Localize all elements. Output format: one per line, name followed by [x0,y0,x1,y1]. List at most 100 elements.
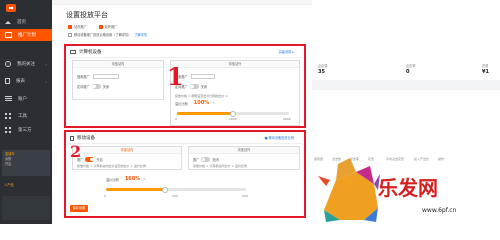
sidebar-link[interactable]: 人产品 [4,182,14,187]
mobile-outside-toggle[interactable] [201,157,211,162]
field-label: 推广 [193,158,200,162]
percent-row: 溢价比例 100 % ✎ [175,100,215,106]
field-label: 搜索推广 [77,75,90,79]
divider [68,57,302,58]
panel-title: 淘宝站内 [73,61,163,68]
checkbox[interactable] [68,24,72,29]
targeting-toggle[interactable] [189,84,199,89]
targeting-promo-row: 定向推广 关闭 [77,84,109,89]
field-label: 定向推广 [77,85,90,89]
taobao-inside-panel: 淘宝站内 搜索推广 定向推广 关闭 [72,60,164,100]
slider-handle[interactable] [161,186,168,193]
percent-label: 溢价比例 [106,177,119,182]
platform-checks: 站内推广 站外推广 [68,24,118,29]
percent-label: 溢价比例 [175,101,188,106]
percent-value[interactable]: 168 [125,176,135,182]
edit-icon[interactable]: ✎ [143,177,146,181]
sidebar-item-home[interactable]: 首页 [0,16,52,28]
percent-unit: % [204,100,210,106]
save-button[interactable]: 保存设置 [70,205,88,212]
computer-device-card: 计算机设备 高级设置 ▸ 淘宝站内 搜索推广 定向推广 关闭 淘宝站外 搜索推广… [64,44,306,128]
sidebar-item-campaigns[interactable]: 推广计划 [0,29,52,41]
toggle-label: 关闭 [102,85,110,89]
slider-tick: 0 [104,194,106,198]
targeting-toggle[interactable] [91,84,101,89]
slider-handle[interactable] [230,110,236,117]
sidebar-item-third-party[interactable]: 第三方 [0,124,52,136]
mobile-premium-slider[interactable] [106,186,246,193]
mobile-inside-panel: 淘宝站内 推广 开启 投放价格 = 计算机站内出价设定的出价 × 溢价比例 [72,146,182,170]
check-label: 站外推广 [104,25,118,29]
sidebar-item-account[interactable]: 账户 [0,93,52,105]
box-icon [5,32,12,38]
stat-value: ¥1 [482,69,489,75]
note-row: 移动设备推广投放价格设置（了解详情） 了解详情 [68,32,147,37]
account-summary: 直通车 余额 开启 [2,150,50,176]
edit-icon[interactable]: ✎ [212,101,215,105]
details-link[interactable]: 了解详情 [134,32,147,37]
panel-title: 淘宝站外 [171,61,299,68]
annotation-marker-2: 2 [70,142,82,161]
card-title: 计算机设备 [79,50,102,55]
stat-label: 花费 [482,64,489,68]
slider-tick: 1000 [229,117,237,121]
sidebar: 首页 推广计划 我的关注 › 报表 › 账户 工具 第三方 直通车 余额 开启 … [0,0,52,224]
mobile-inside-toggle[interactable] [85,157,95,162]
slider-fill [106,188,165,191]
bars-icon [5,96,12,102]
toggle-label: 关闭 [212,158,219,162]
slider-tick: 0 [175,117,177,121]
slider-tick: 2000 [283,117,291,121]
card-header: 移动设备 [70,135,95,141]
stat-label: 点击率 [406,64,416,68]
phone-icon [70,135,74,141]
stat-value: 0 [406,69,410,75]
percent-value[interactable]: 100 [194,100,204,106]
sidebar-item-tools[interactable]: 工具 [0,110,52,122]
search-promo-row: 搜索推广 [77,74,119,79]
panel-title: 淘宝站外 [189,147,299,154]
checkbox[interactable] [68,32,72,37]
summary-line: 开启 [5,162,12,166]
taobao-outside-panel: 淘宝站外 搜索推广 定向推广 关闭 投放价格 = 按照设定出价比例的出价 × 溢… [170,60,300,126]
percent-row: 溢价比例 168 % ✎ [106,176,146,182]
sidebar-item-follow[interactable]: 我的关注 › [0,58,52,70]
grid-icon [5,127,12,133]
search-promo-select[interactable] [190,74,215,79]
premium-slider[interactable] [177,110,289,117]
mobile-ratio-link[interactable]: ■ 移动设备投放比例 [264,135,294,140]
slider-fill [177,112,233,115]
sidebar-item-label: 报表 [16,79,25,84]
monitor-icon [70,50,76,54]
circle-icon [5,61,11,67]
toggle-label: 关闭 [200,85,208,89]
stat-label: 点击量 [318,64,328,68]
sidebar-item-label: 首页 [17,20,26,25]
mobile-outside-panel: 淘宝站外 推广 关闭 投放价格 = 计算机站外出价 × 溢价比例 [188,146,300,170]
annotation-marker-1: 1 [167,62,184,91]
video-icon: ■ [264,136,268,140]
slider-tick: 400 [242,194,248,198]
divider [68,143,302,144]
toggle-label: 开启 [96,158,103,162]
sidebar-item-reports[interactable]: 报表 › [0,75,52,87]
sidebar-item-label: 工具 [18,114,27,119]
slider-tick: 200 [172,194,178,198]
link-text: 移动设备投放比例 [268,136,295,140]
check-label: 站内推广 [74,25,87,29]
checkbox[interactable] [98,24,103,29]
note-text: 移动设备推广投放价格设置（了解详情） [74,33,132,37]
watermark-url: www.6pf.cn [422,207,457,214]
sidebar-item-label: 账户 [18,97,27,102]
sidebar-item-label: 推广计划 [18,33,36,38]
price-note: 投放价格 = 按照设定出价比例的出价 × [175,94,228,98]
advanced-settings-link[interactable]: 高级设置 ▸ [279,49,294,54]
grid-icon [5,113,12,119]
card-header: 计算机设备 [70,49,102,55]
search-promo-select[interactable] [92,74,119,79]
sidebar-item-label: 我的关注 [17,62,35,67]
watermark-text: 乐发网 [378,176,438,200]
stat-value: 35 [318,69,325,75]
panel-title: 淘宝站内 [73,147,181,154]
price-note: 投放价格 = 计算机站内出价设定的出价 × 溢价比例 [77,164,146,168]
